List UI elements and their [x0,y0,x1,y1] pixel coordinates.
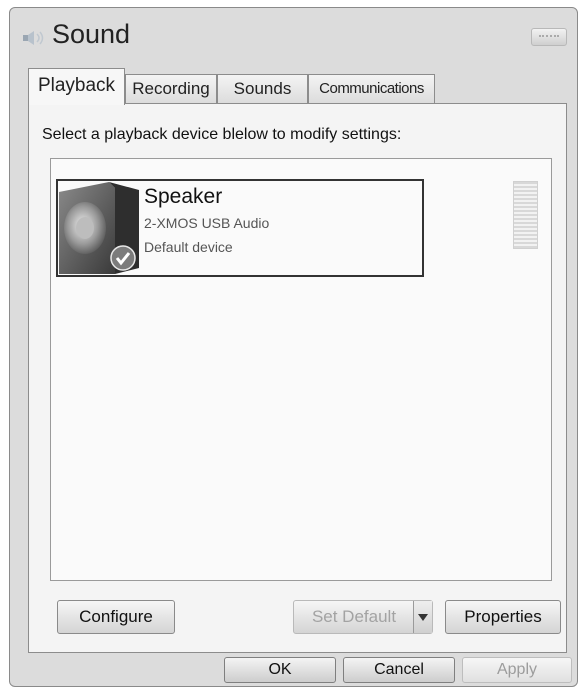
apply-button[interactable]: Apply [462,657,572,683]
volume-level-meter [513,181,538,249]
device-name: Speaker [144,185,223,208]
set-default-button[interactable]: Set Default [293,600,433,634]
cancel-button[interactable]: Cancel [343,657,455,683]
tab-communications[interactable]: Communications [308,74,435,103]
tab-recording[interactable]: Recording [125,74,217,103]
instruction-text: Select a playback device blelow to modif… [42,126,402,143]
configure-button[interactable]: Configure [57,600,175,634]
ok-button[interactable]: OK [224,657,336,683]
window-title: Sound [52,19,131,49]
playback-panel: Select a playback device blelow to modif… [28,103,567,653]
sound-dialog: Sound Playback Recording Sounds Communic… [9,7,578,687]
tab-playback[interactable]: Playback [28,68,125,105]
properties-button[interactable]: Properties [445,600,561,634]
close-icon [539,35,559,41]
device-status: Default device [144,239,233,255]
title-bar[interactable]: Sound [10,8,577,60]
chevron-down-icon[interactable] [413,601,432,633]
tab-sounds[interactable]: Sounds [217,74,308,103]
device-list[interactable]: Speaker 2-XMOS USB Audio Default device [50,158,552,581]
set-default-label: Set Default [311,607,397,626]
device-item-speaker[interactable]: Speaker 2-XMOS USB Audio Default device [56,179,424,277]
speaker-icon [23,31,44,45]
device-driver: 2-XMOS USB Audio [144,215,270,231]
close-button[interactable] [531,28,567,46]
check-icon [110,245,136,271]
